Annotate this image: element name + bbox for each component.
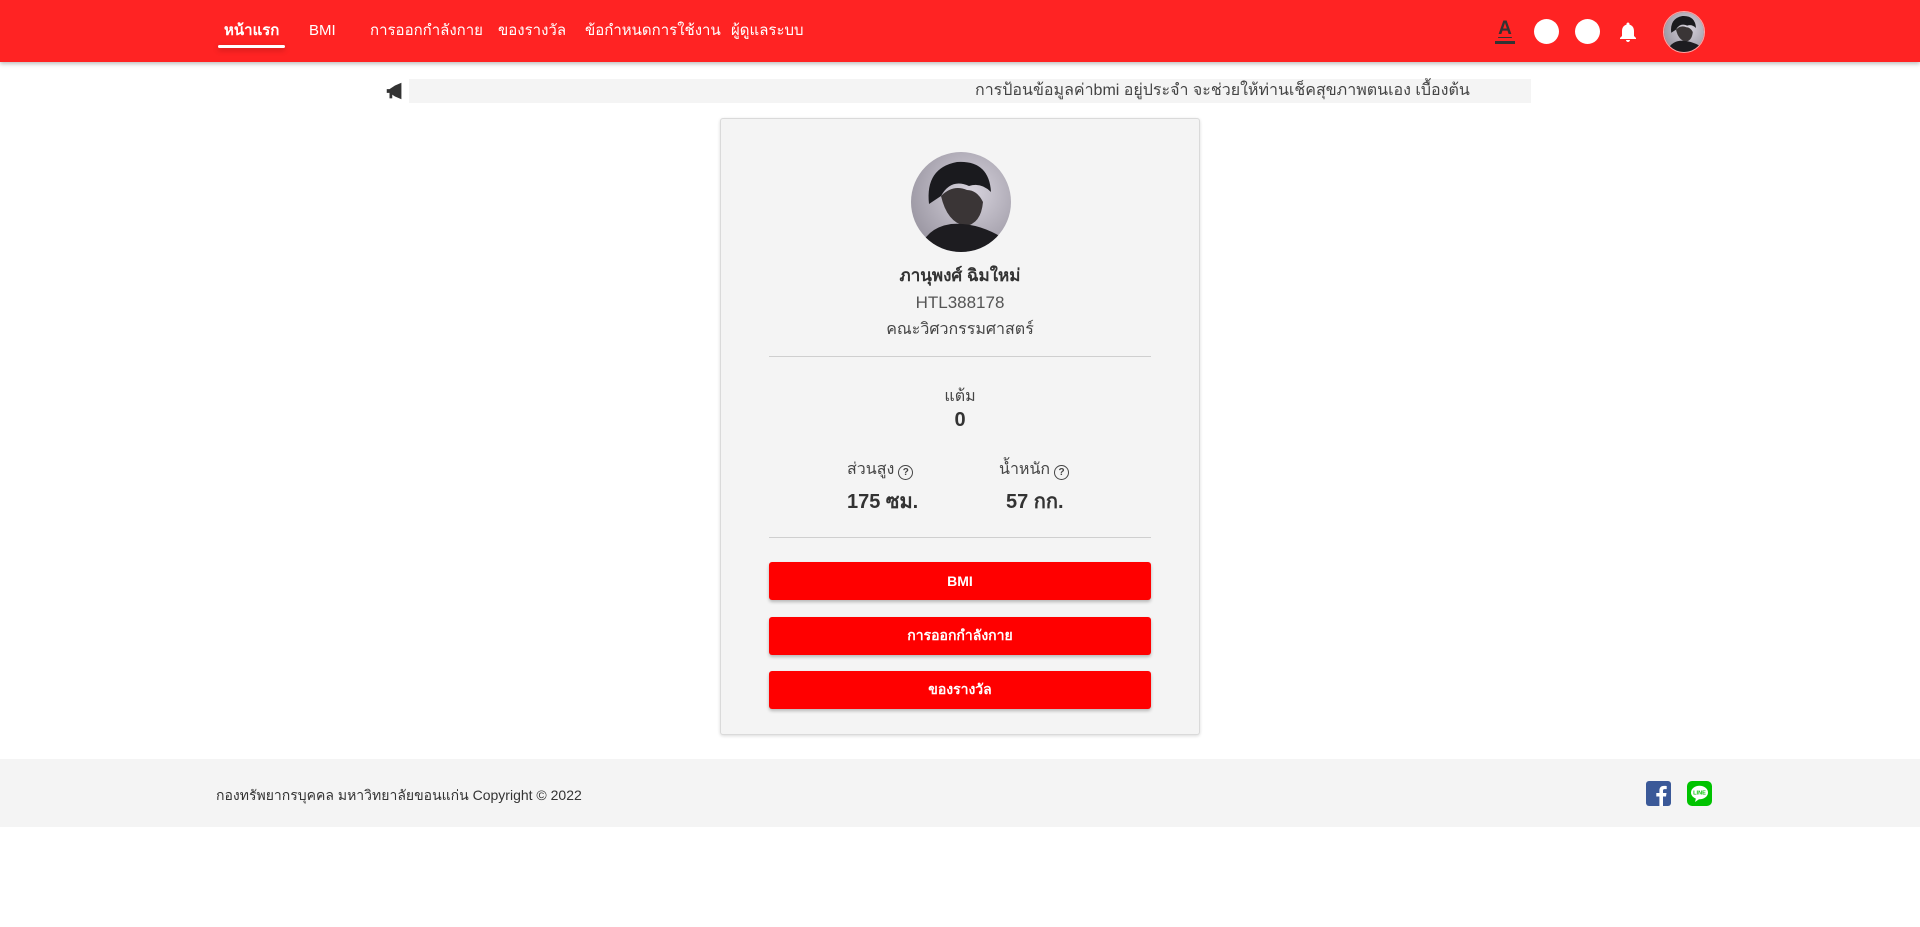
announcement-text: การป้อนข้อมูลค่าbmi อยู่ประจำ จะช่วยให้ท… (975, 82, 1470, 99)
nav-item-bmi[interactable]: BMI (309, 0, 336, 62)
weight-label-group: น้ำหนัก? (999, 457, 1070, 482)
rewards-button[interactable]: ของรางวัล (769, 671, 1151, 709)
help-icon[interactable]: ? (898, 465, 914, 480)
points-label: แต้ม (944, 388, 976, 405)
divider (769, 537, 1151, 538)
announcement-bar: การป้อนข้อมูลค่าbmi อยู่ประจำ จะช่วยให้ท… (383, 79, 1531, 103)
user-faculty: คณะวิศวกรรมศาสตร์ (886, 321, 1034, 338)
line-icon[interactable]: LINE (1687, 781, 1712, 806)
theme-circle-icon[interactable] (1534, 19, 1559, 44)
font-size-icon[interactable]: A (1494, 18, 1516, 44)
top-navbar: หน้าแรก BMI การออกกำลังกาย ของรางวัล ข้อ… (0, 0, 1920, 62)
theme-circle-icon[interactable] (1575, 19, 1600, 44)
weight-value: 57 กก. (1006, 491, 1064, 513)
footer: กองทรัพยากรบุคคล มหาวิทยาลัยขอนแก่น Copy… (0, 759, 1920, 827)
svg-text:LINE: LINE (1693, 791, 1706, 797)
facebook-icon[interactable] (1646, 781, 1671, 806)
nav-item-exercise[interactable]: การออกกำลังกาย (370, 0, 483, 62)
nav-item-rewards[interactable]: ของรางวัล (498, 0, 566, 62)
megaphone-icon (383, 79, 409, 103)
nav-item-terms[interactable]: ข้อกำหนดการใช้งาน (585, 0, 721, 62)
bell-icon[interactable] (1616, 20, 1640, 44)
profile-card: ภานุพงศ์ ฉิมใหม่ HTL388178 คณะวิศวกรรมศา… (720, 118, 1200, 735)
help-icon[interactable]: ? (1054, 465, 1070, 480)
nav-item-admin[interactable]: ผู้ดูแลระบบ (731, 0, 804, 62)
user-id: HTL388178 (915, 293, 1005, 312)
height-label: ส่วนสูง (847, 461, 895, 478)
avatar[interactable] (1663, 11, 1705, 53)
footer-copyright: กองทรัพยากรบุคคล มหาวิทยาลัยขอนแก่น Copy… (216, 787, 582, 803)
weight-label: น้ำหนัก (999, 461, 1051, 478)
exercise-button[interactable]: การออกกำลังกาย (769, 617, 1151, 655)
points-value: 0 (954, 409, 966, 431)
nav-item-home[interactable]: หน้าแรก (217, 0, 286, 62)
user-name: ภานุพงศ์ ฉิมใหม่ (899, 266, 1021, 285)
profile-avatar (911, 152, 1011, 252)
divider (769, 356, 1151, 357)
height-label-group: ส่วนสูง? (847, 457, 914, 482)
height-value: 175 ซม. (847, 491, 919, 513)
bmi-button[interactable]: BMI (769, 562, 1151, 600)
